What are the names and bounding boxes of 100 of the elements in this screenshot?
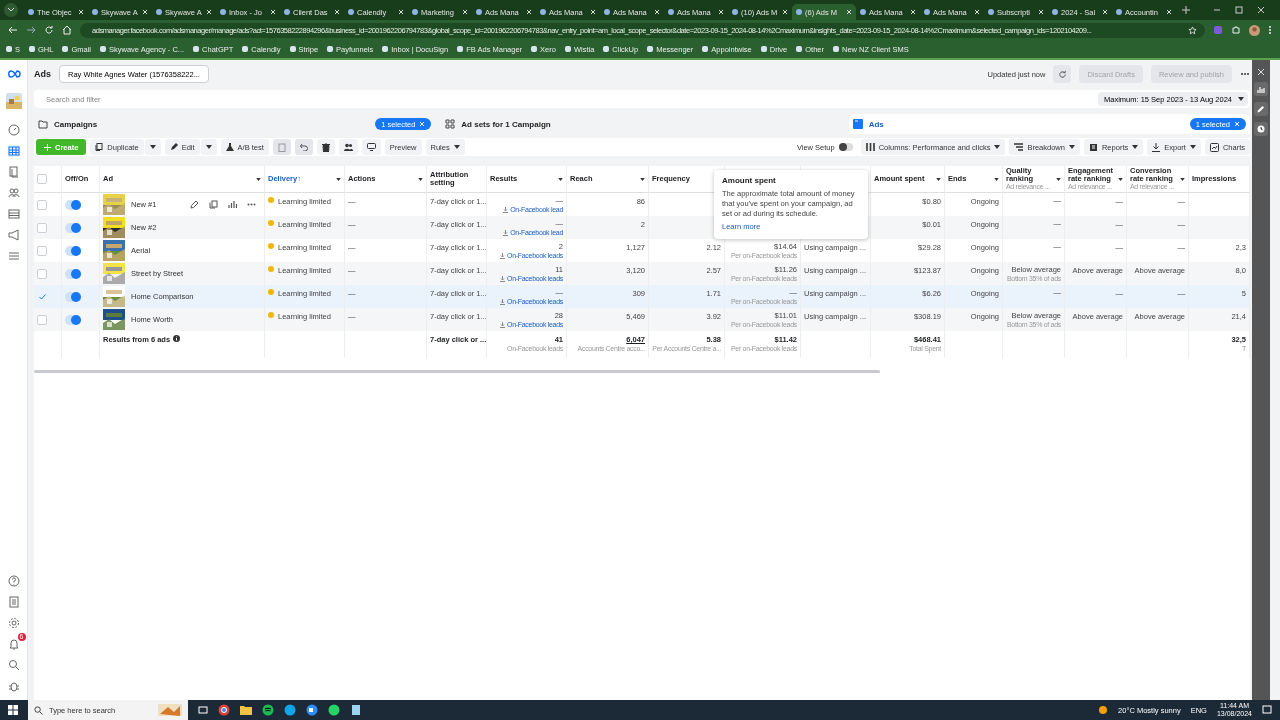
caret-icon[interactable] [1056,177,1061,181]
caret-icon[interactable] [418,177,423,181]
history-button[interactable] [1254,122,1268,136]
close-icon[interactable] [78,9,84,15]
caret-icon[interactable] [336,177,341,181]
search-icon[interactable] [7,659,20,671]
people-button[interactable] [338,139,358,155]
back-icon[interactable] [8,25,18,35]
close-icon[interactable] [654,9,660,15]
monitor-button[interactable] [361,139,381,155]
ad-toggle[interactable] [65,268,81,279]
chart-button[interactable] [1254,82,1268,96]
close-icon[interactable] [1166,9,1172,15]
windows-icon[interactable] [8,705,18,715]
close-icon[interactable] [142,9,148,15]
people-icon[interactable] [7,187,20,199]
database-icon[interactable] [7,208,20,220]
chat-icon[interactable] [284,704,296,716]
close-icon[interactable] [1256,5,1266,15]
settings-icon[interactable] [7,617,20,629]
task-view-icon[interactable] [198,705,208,715]
forward-icon[interactable] [26,25,36,35]
more-icon[interactable] [247,203,256,206]
close-icon[interactable] [1038,9,1044,15]
info-icon[interactable] [173,335,181,342]
notification-icon[interactable] [1262,705,1272,715]
caret-icon[interactable] [640,177,645,181]
row-checkbox[interactable] [37,245,47,256]
undo-button[interactable] [294,139,313,155]
pencil-icon[interactable] [190,200,199,209]
gauge-icon[interactable] [7,124,20,136]
caret-icon[interactable] [1118,177,1123,181]
reload-icon[interactable] [44,25,54,35]
caret-icon[interactable] [994,177,999,181]
close-icon[interactable] [1102,9,1108,15]
tab-search-button[interactable] [4,3,18,17]
dropdown-button[interactable] [144,139,161,155]
edit-button[interactable] [1254,102,1268,116]
scrollbar[interactable] [34,370,880,373]
new-tab-icon[interactable] [1182,6,1190,14]
row-checkbox[interactable] [37,222,47,233]
close-icon[interactable] [526,9,532,15]
document-icon[interactable] [7,596,20,608]
close-icon[interactable] [590,9,596,15]
row-checkbox[interactable] [37,268,47,279]
close-icon[interactable] [462,9,468,15]
ad-toggle[interactable] [65,291,81,302]
close-icon[interactable] [718,9,724,15]
notes-icon[interactable] [350,704,362,716]
menu-icon[interactable] [1268,25,1272,35]
clipboard-button[interactable] [272,139,291,155]
close-icon[interactable] [1257,68,1265,76]
caret-icon[interactable] [936,177,941,181]
home-icon[interactable] [62,25,72,35]
ad-toggle[interactable] [65,199,81,210]
folder-icon[interactable] [240,704,252,716]
infinity-logo[interactable] [6,70,21,78]
table-icon[interactable] [7,145,20,157]
browser-icon[interactable] [218,704,230,716]
close-icon[interactable] [846,9,852,15]
caret-icon[interactable] [558,177,563,181]
close-icon[interactable] [270,9,276,15]
close-icon[interactable] [910,9,916,15]
help-icon[interactable] [7,575,20,587]
table-row[interactable] [34,262,1250,285]
row-checkbox[interactable] [37,314,47,325]
caret-icon[interactable] [1180,177,1185,181]
view-setup-toggle[interactable] [838,143,853,151]
close-icon[interactable] [398,9,404,15]
select-all-checkbox[interactable] [37,174,47,184]
maximize-icon[interactable] [1234,5,1244,15]
video-icon[interactable] [306,704,318,716]
pages-icon[interactable] [7,166,20,178]
close-icon[interactable] [974,9,980,15]
dropdown-button[interactable] [200,139,217,155]
ad-toggle[interactable] [65,314,81,325]
megaphone-icon[interactable] [7,229,20,241]
ad-toggle[interactable] [65,245,81,256]
caret-icon[interactable] [256,177,261,181]
delete-button[interactable] [316,139,335,155]
bell-icon[interactable] [7,638,20,650]
more-icon[interactable] [1240,72,1250,76]
row-checkbox[interactable] [37,199,47,210]
table-row[interactable] [34,308,1250,331]
refresh-button[interactable] [1053,65,1072,83]
ad-toggle[interactable] [65,222,81,233]
row-checkbox[interactable] [37,291,47,302]
close-icon[interactable] [782,9,788,15]
close-icon[interactable] [206,9,212,15]
phone-icon[interactable] [328,704,340,716]
download-icon [503,229,509,236]
puzzle-icon[interactable] [1231,25,1241,35]
flask-icon [225,143,234,151]
copy-icon[interactable] [209,200,218,209]
bar-chart-icon[interactable] [228,200,237,209]
music-icon[interactable] [262,704,274,716]
bug-icon[interactable] [7,680,20,692]
star-icon[interactable] [1188,25,1197,35]
avatar-icon[interactable] [1249,24,1260,36]
close-icon[interactable] [334,9,340,15]
